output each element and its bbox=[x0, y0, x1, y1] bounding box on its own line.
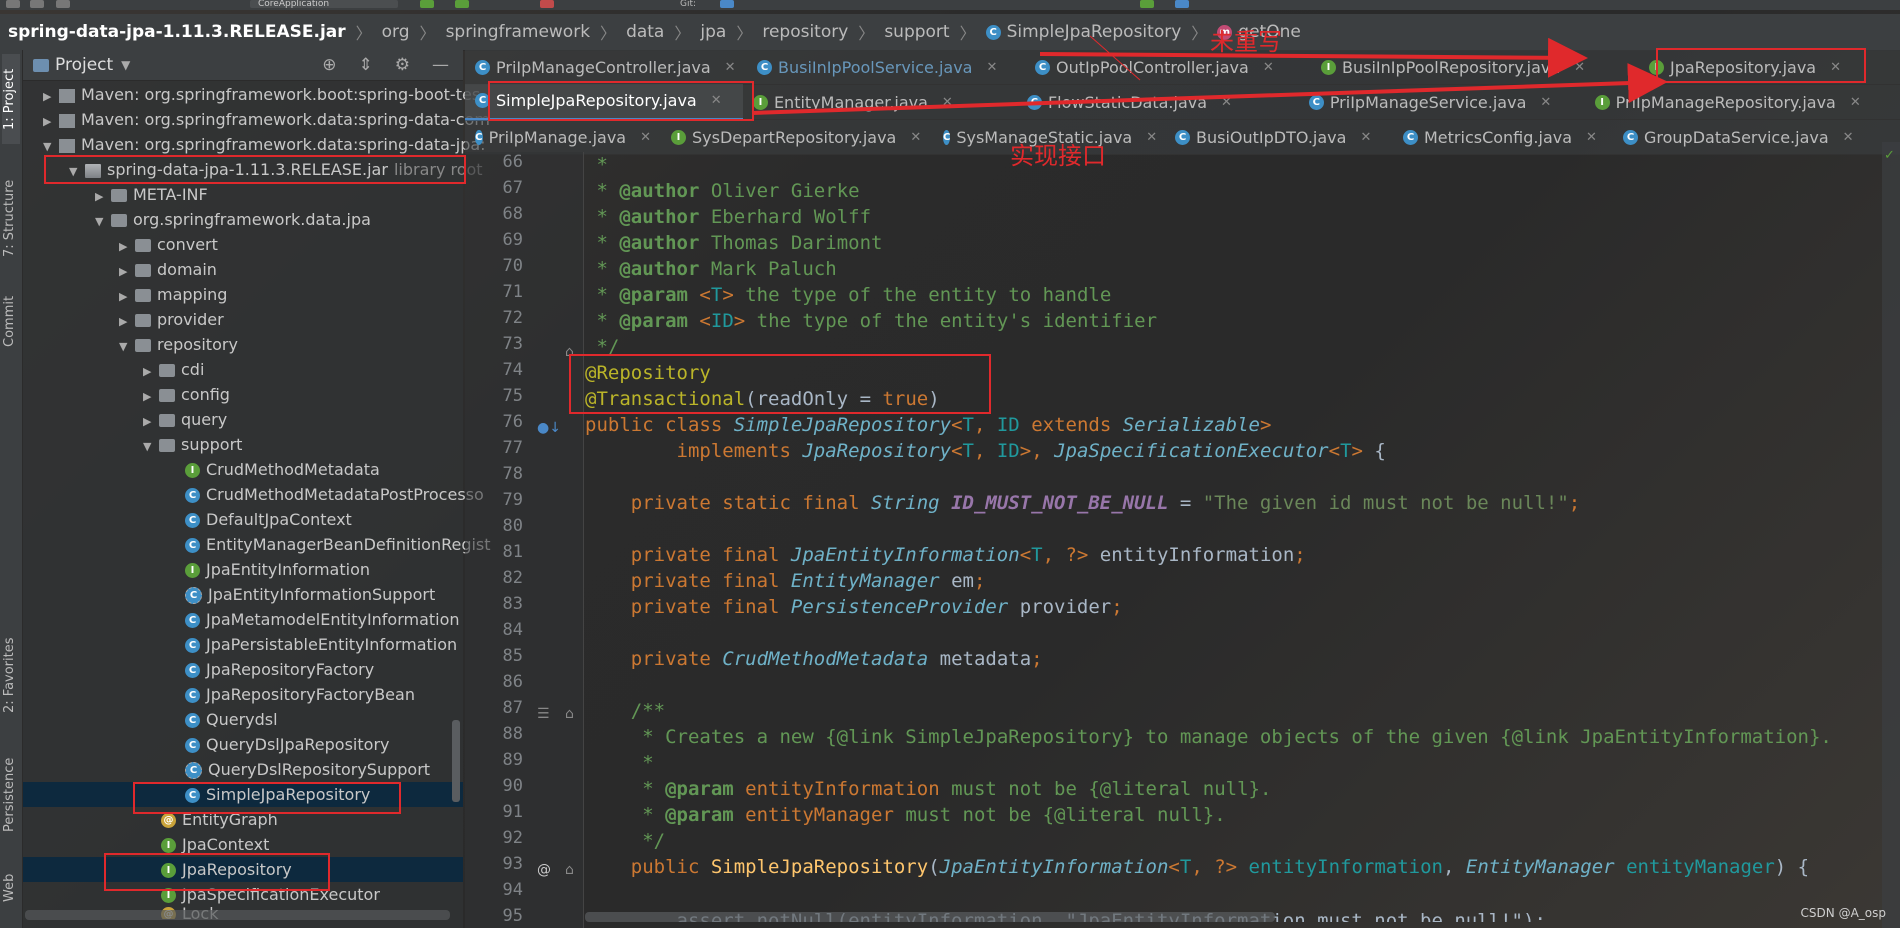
annotation-stroke bbox=[1089, 35, 1141, 81]
annotation-arrows bbox=[751, 35, 1668, 115]
watermark: CSDN @A_osp bbox=[1800, 906, 1886, 920]
annotation-implements-interface: 实现接口 bbox=[1010, 142, 1106, 170]
arrow-implements bbox=[751, 63, 1668, 115]
annotation-not-overridden: 未重写 bbox=[1210, 28, 1282, 56]
arrow-not-overridden bbox=[1039, 37, 1588, 78]
